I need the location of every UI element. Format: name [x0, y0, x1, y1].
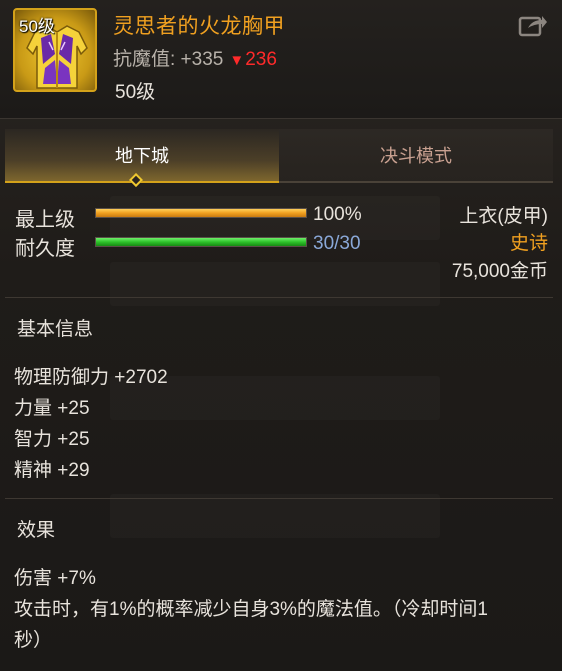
max-level-label: 最上级: [15, 209, 75, 231]
resist-row: 抗魔值: +335 ▼236: [113, 44, 277, 71]
resist-value: 抗魔值: +335: [113, 49, 224, 70]
basic-info-line: 物理防御力 +2702: [14, 367, 168, 388]
rarity: 史诗: [509, 233, 548, 254]
down-arrow-icon: ▼: [229, 52, 245, 69]
basic-info-title: 基本信息: [17, 319, 94, 340]
tab-duel-mode[interactable]: 决斗模式: [279, 129, 553, 181]
slot-type: 上衣(皮甲): [459, 206, 548, 227]
max-level-bar-fill: [96, 209, 306, 217]
effect-line: 秒）: [14, 630, 53, 651]
effect-line: 伤害 +7%: [14, 568, 96, 589]
item-name: 灵思者的火龙胸甲: [113, 15, 285, 38]
basic-info-line: 精神 +29: [14, 460, 90, 481]
resist-change: ▼236: [229, 49, 277, 70]
divider: [5, 297, 553, 298]
divider: [5, 498, 553, 499]
required-level: 50级: [115, 82, 156, 103]
price: 75,000金币: [451, 261, 548, 282]
mode-tabs: 地下城 决斗模式: [5, 129, 553, 181]
share-icon: [518, 16, 547, 37]
item-icon-frame[interactable]: 50级: [13, 8, 97, 92]
basic-info-line: 力量 +25: [14, 398, 90, 419]
max-level-value: 100%: [313, 204, 362, 225]
item-level-badge: 50级: [19, 17, 55, 36]
max-level-bar: [95, 208, 307, 218]
resist-change-value: 236: [245, 49, 277, 70]
share-button[interactable]: [518, 12, 548, 38]
basic-info-line: 智力 +25: [14, 429, 90, 450]
tab-underline: [5, 181, 553, 183]
durability-value: 30/30: [313, 233, 361, 254]
background-ghost-row: [110, 262, 440, 306]
tab-dungeon[interactable]: 地下城: [5, 129, 279, 181]
durability-bar-fill: [96, 238, 306, 246]
durability-label: 耐久度: [15, 238, 75, 260]
durability-bar: [95, 237, 307, 247]
effects-title: 效果: [17, 520, 56, 541]
item-header: 50级 灵思者的火龙胸甲 抗魔值: +335 ▼236 50级: [0, 0, 562, 119]
background-ghost-row: [110, 494, 440, 538]
background-ghost-row: [110, 196, 440, 240]
effect-line: 攻击时，有1%的概率减少自身3%的魔法值。（冷却时间1: [14, 599, 488, 620]
item-tooltip-panel: 50级 灵思者的火龙胸甲 抗魔值: +335 ▼236 50级 地下城 决斗模式 …: [0, 0, 562, 671]
